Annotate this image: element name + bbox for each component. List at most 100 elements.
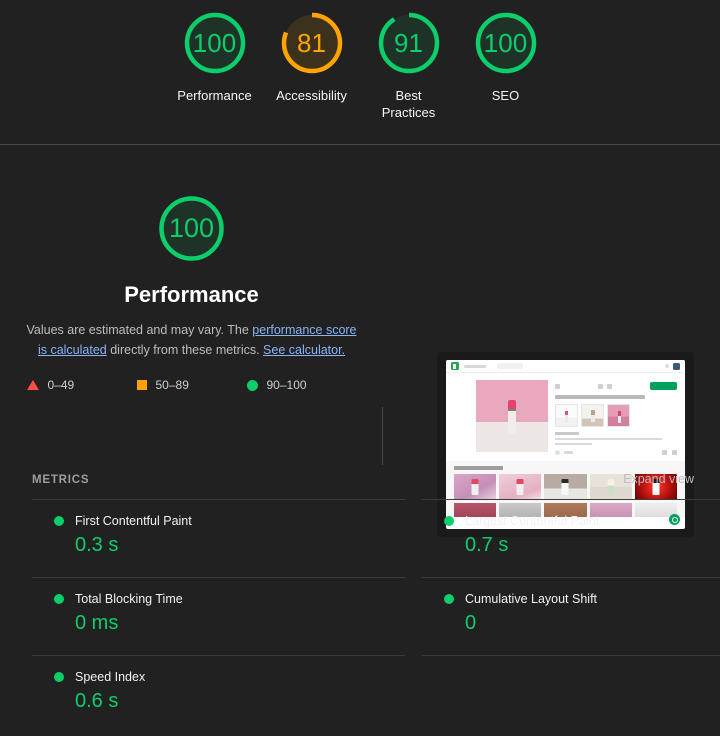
footer-icon-2 bbox=[662, 450, 667, 455]
metric-name: Speed Index bbox=[75, 670, 146, 684]
gauge-ring-performance: 100 bbox=[180, 8, 250, 78]
metric-header: Cumulative Layout Shift bbox=[444, 592, 720, 606]
gauge-score-best-practices: 91 bbox=[394, 27, 423, 58]
metrics-column-gap bbox=[405, 499, 422, 733]
metric-item-empty bbox=[422, 655, 720, 733]
product-meta-label bbox=[555, 431, 580, 435]
metrics-section: METRICS Expand view First Contentful Pai… bbox=[0, 458, 720, 733]
metric-value: 0.7 s bbox=[465, 534, 509, 556]
circle-marker-icon bbox=[246, 379, 258, 391]
variant-thumb-2 bbox=[581, 403, 604, 427]
metric-item[interactable]: Largest Contentful Paint 0.7 s bbox=[422, 499, 720, 577]
square-marker-icon bbox=[136, 380, 147, 390]
metrics-column-left: First Contentful Paint 0.3 s Total Block… bbox=[32, 499, 405, 733]
product-title-placeholder bbox=[555, 395, 646, 399]
metrics-grid: First Contentful Paint 0.3 s Total Block… bbox=[0, 499, 720, 733]
heart-icon bbox=[607, 383, 612, 389]
metrics-column-right: Largest Contentful Paint 0.7 s Cumulativ… bbox=[422, 499, 720, 733]
metric-value: 0.3 s bbox=[75, 534, 119, 556]
legend-range-pass: 90–100 bbox=[266, 378, 307, 392]
performance-section: 100 Performance Values are estimated and… bbox=[0, 145, 720, 537]
metric-status-icon bbox=[54, 672, 64, 682]
variant-thumb-3 bbox=[607, 403, 630, 427]
legend-range-fail: 0–49 bbox=[47, 378, 75, 392]
see-calculator-link[interactable]: See calculator. bbox=[263, 343, 345, 357]
metric-status-icon bbox=[54, 516, 64, 526]
metrics-heading: METRICS bbox=[32, 474, 90, 486]
category-gauge-seo[interactable]: 100 SEO bbox=[457, 8, 554, 104]
lighthouse-report: 100 Performance 81 Accessibility 91 Best… bbox=[0, 0, 720, 736]
gauge-label-seo: SEO bbox=[491, 88, 520, 103]
metric-item[interactable]: Cumulative Layout Shift 0 bbox=[422, 577, 720, 655]
site-avatar bbox=[673, 362, 680, 370]
product-details bbox=[555, 380, 677, 455]
gauge-label-accessibility: Accessibility bbox=[276, 88, 347, 103]
site-header-icon bbox=[665, 364, 669, 368]
metric-header: Speed Index bbox=[54, 670, 405, 684]
category-gauges-strip: 100 Performance 81 Accessibility 91 Best… bbox=[0, 0, 720, 145]
product-desc-line-1 bbox=[555, 437, 663, 440]
footer-label bbox=[564, 451, 573, 454]
gauge-label-performance: Performance bbox=[177, 88, 252, 103]
performance-description: Values are estimated and may vary. The p… bbox=[22, 320, 362, 360]
gauge-score-performance: 100 bbox=[192, 27, 237, 58]
thumbnail-product-area bbox=[446, 373, 685, 459]
category-gauge-best-practices[interactable]: 91 Best Practices bbox=[360, 8, 457, 121]
category-gauge-accessibility[interactable]: 81 Accessibility bbox=[263, 8, 360, 104]
action-icons bbox=[598, 383, 612, 389]
description-text-part1: Values are estimated and may vary. The bbox=[26, 323, 253, 337]
gauge-label-best-practices: Best Practices bbox=[382, 87, 435, 121]
metric-item[interactable]: First Contentful Paint 0.3 s bbox=[32, 499, 405, 577]
score-legend: 0–49 50–89 90–100 bbox=[26, 378, 357, 392]
product-hero-image bbox=[476, 380, 548, 452]
triangle-marker-icon bbox=[26, 380, 39, 390]
vertical-divider bbox=[382, 407, 383, 465]
metric-status-icon bbox=[444, 594, 454, 604]
gauge-score-seo: 100 bbox=[483, 27, 528, 58]
description-text-part2: directly from these metrics. bbox=[106, 343, 264, 357]
performance-big-score: 100 bbox=[168, 213, 215, 243]
metric-name: Largest Contentful Paint bbox=[465, 514, 600, 528]
metric-name: Total Blocking Time bbox=[75, 592, 183, 606]
metric-item[interactable]: Total Blocking Time 0 ms bbox=[32, 577, 405, 655]
thumbnail-site-header bbox=[446, 360, 685, 373]
performance-summary: 100 Performance Values are estimated and… bbox=[0, 191, 383, 392]
metric-name: Cumulative Layout Shift bbox=[465, 592, 598, 606]
metric-value: 0 ms bbox=[75, 612, 119, 634]
gauge-label-line1: Best bbox=[395, 88, 422, 103]
metric-name: First Contentful Paint bbox=[75, 514, 192, 528]
product-actions bbox=[555, 382, 677, 390]
variant-thumb-1 bbox=[555, 403, 578, 427]
metric-value: 0 bbox=[465, 612, 477, 634]
category-gauge-performance[interactable]: 100 Performance bbox=[166, 8, 263, 104]
gauge-label-line2: Practices bbox=[381, 105, 436, 120]
site-search-box bbox=[497, 363, 523, 369]
product-footer-actions bbox=[555, 450, 677, 455]
metric-value: 0.6 s bbox=[75, 690, 119, 712]
legend-item-average: 50–89 bbox=[136, 378, 247, 392]
performance-title: Performance bbox=[124, 282, 259, 307]
expand-view-toggle[interactable]: Expand view bbox=[623, 472, 694, 486]
share-icon bbox=[598, 383, 603, 389]
site-nav-placeholder bbox=[464, 364, 486, 368]
metric-header: Total Blocking Time bbox=[54, 592, 405, 606]
site-header-right bbox=[665, 362, 680, 370]
gauge-ring-accessibility: 81 bbox=[277, 8, 347, 78]
legend-item-pass: 90–100 bbox=[246, 378, 357, 392]
metric-status-icon bbox=[444, 516, 454, 526]
metric-header: Largest Contentful Paint bbox=[444, 514, 720, 528]
metric-item[interactable]: Speed Index 0.6 s bbox=[32, 655, 405, 733]
footer-icon-1 bbox=[555, 450, 560, 455]
metric-header: First Contentful Paint bbox=[54, 514, 405, 528]
legend-range-average: 50–89 bbox=[155, 378, 189, 392]
metrics-header: METRICS Expand view bbox=[0, 458, 720, 486]
metric-status-icon bbox=[54, 594, 64, 604]
download-button bbox=[650, 382, 677, 390]
product-variant-thumbnails bbox=[555, 403, 677, 427]
product-desc-line-2 bbox=[555, 442, 592, 445]
performance-big-gauge: 100 bbox=[154, 191, 229, 266]
lipstick-product-icon bbox=[508, 400, 516, 435]
footer-icon-3 bbox=[672, 450, 677, 455]
gauge-ring-best-practices: 91 bbox=[374, 8, 444, 78]
back-arrow-icon bbox=[555, 383, 560, 389]
